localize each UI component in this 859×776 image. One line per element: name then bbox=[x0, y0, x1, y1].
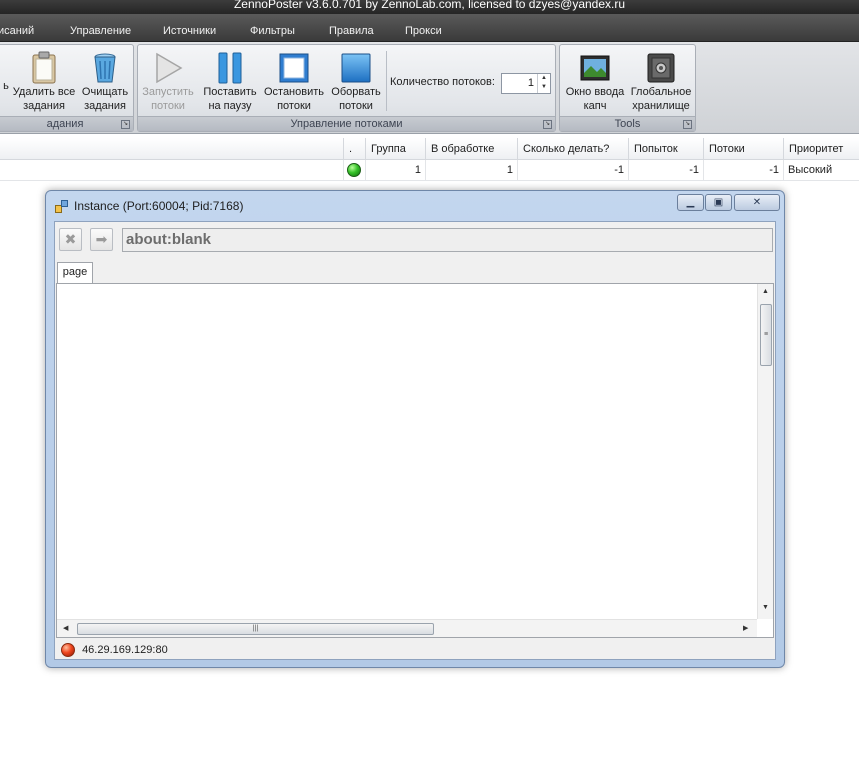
address-bar[interactable]: about:blank bbox=[122, 228, 773, 252]
safe-icon bbox=[647, 53, 675, 83]
close-window-button[interactable]: ✕ bbox=[734, 194, 780, 211]
ribbon-group-tasks: ь Удалить все задания Очищать задания ад… bbox=[0, 44, 134, 132]
maximize-button[interactable]: ▣ bbox=[705, 194, 732, 211]
thread-count-label: Количество потоков: bbox=[390, 76, 495, 88]
window-app-icon bbox=[55, 200, 68, 213]
scroll-up-icon[interactable]: ▲ bbox=[762, 288, 769, 295]
ribbon-group-tasks-label: адания bbox=[0, 116, 133, 131]
ribbon-group-tools: Окно ввода капч Глобальное хранилище Too… bbox=[559, 44, 696, 132]
horizontal-scroll-thumb[interactable]: ||| bbox=[77, 623, 434, 635]
app-title: ZennoPoster v3.6.0.701 by ZennoLab.com, … bbox=[233, 0, 626, 11]
pause-threads-button[interactable]: Поставить на паузу bbox=[198, 49, 262, 115]
column-header-priority[interactable]: Приоритет bbox=[783, 138, 859, 160]
group-launcher-icon[interactable]: ↘ bbox=[543, 120, 552, 129]
ribbon-group-threads: Запустить потоки Поставить на паузу Оста… bbox=[137, 44, 556, 132]
vertical-scrollbar[interactable]: ▲ ≡ ▼ bbox=[757, 284, 773, 619]
maximize-icon: ▣ bbox=[713, 197, 724, 208]
thread-count-value: 1 bbox=[527, 77, 534, 89]
menu-filtry[interactable]: Фильтры bbox=[250, 14, 295, 42]
delete-all-tasks-button[interactable]: Удалить все задания bbox=[11, 49, 77, 115]
minimize-button[interactable]: ▁ bbox=[677, 194, 704, 211]
stop-icon bbox=[341, 53, 371, 83]
play-icon bbox=[156, 52, 183, 84]
global-storage-button[interactable]: Глобальное хранилище bbox=[628, 49, 694, 115]
menu-istochniki[interactable]: Источники bbox=[163, 14, 216, 42]
ribbon: ь Удалить все задания Очищать задания ад… bbox=[0, 42, 859, 134]
column-header-group[interactable]: Группа bbox=[365, 138, 425, 160]
instance-window: Instance (Port:60004; Pid:7168) ▁ ▣ ✕ ✖ … bbox=[45, 190, 785, 668]
menu-proksi[interactable]: Прокси bbox=[405, 14, 442, 42]
tab-page[interactable]: page bbox=[57, 262, 93, 283]
abort-threads-button[interactable]: Оборвать потоки bbox=[327, 49, 385, 115]
menu-raspisaniy[interactable]: исаний bbox=[0, 14, 34, 42]
menu-upravlenie[interactable]: Управление bbox=[70, 14, 131, 42]
proxy-address: 46.29.169.129:80 bbox=[82, 644, 168, 656]
ribbon-separator bbox=[386, 51, 387, 111]
column-header-attempts[interactable]: Попыток bbox=[628, 138, 703, 160]
clear-tasks-button[interactable]: Очищать задания bbox=[77, 49, 133, 115]
cell-todo: -1 bbox=[517, 160, 628, 181]
horizontal-scrollbar[interactable]: ◀ ||| ▶ bbox=[57, 619, 757, 637]
cell-group: 1 bbox=[365, 160, 425, 181]
status-red-icon bbox=[61, 643, 75, 658]
column-header-processing[interactable]: В обработке bbox=[425, 138, 517, 160]
group-launcher-icon[interactable]: ↘ bbox=[121, 120, 130, 129]
vertical-scroll-thumb[interactable]: ≡ bbox=[760, 304, 772, 366]
status-bar: 46.29.169.129:80 bbox=[61, 640, 168, 660]
menu-pravila[interactable]: Правила bbox=[329, 14, 374, 42]
recycle-bin-icon bbox=[94, 53, 116, 83]
close-x-icon: ✖ bbox=[64, 231, 77, 247]
menu-bar: исаний Управление Источники Фильтры Прав… bbox=[0, 14, 859, 42]
app-title-bar: ZennoPoster v3.6.0.701 by ZennoLab.com, … bbox=[0, 0, 859, 14]
instance-client-area: ✖ ➡ about:blank page ▲ ≡ ▼ ◀ ||| ▶ 46.29 bbox=[54, 221, 776, 660]
picture-icon bbox=[580, 55, 610, 81]
arrow-right-icon: ➡ bbox=[95, 231, 108, 247]
instance-window-title: Instance (Port:60004; Pid:7168) bbox=[74, 199, 244, 213]
minimize-icon: ▁ bbox=[686, 197, 695, 208]
ribbon-group-tools-label: Tools bbox=[560, 116, 695, 131]
pause-icon bbox=[218, 52, 242, 84]
ribbon-group-threads-label: Управление потоками bbox=[138, 116, 555, 131]
stop-threads-button[interactable]: Остановить потоки bbox=[262, 49, 326, 115]
status-green-icon bbox=[347, 163, 361, 177]
cell-processing: 1 bbox=[425, 160, 517, 181]
cell-attempts: -1 bbox=[628, 160, 703, 181]
stop-navigation-button[interactable]: ✖ bbox=[59, 228, 82, 251]
spinner-arrows-icon[interactable]: ▲ ▼ bbox=[537, 74, 550, 93]
scroll-down-icon[interactable]: ▼ bbox=[762, 604, 769, 611]
close-icon: ✕ bbox=[752, 197, 762, 208]
go-button[interactable]: ➡ bbox=[90, 228, 113, 251]
table-row[interactable]: 1 1 -1 -1 -1 Высокий bbox=[0, 160, 859, 181]
cell-priority: Высокий bbox=[783, 160, 859, 181]
scroll-left-icon[interactable]: ◀ bbox=[63, 624, 68, 632]
column-header-todo[interactable]: Сколько делать? bbox=[517, 138, 628, 160]
clipboard-icon bbox=[32, 51, 56, 84]
thread-count-spinner[interactable]: 1 ▲ ▼ bbox=[501, 73, 551, 94]
tasks-grid-header: . Группа В обработке Сколько делать? Поп… bbox=[0, 138, 859, 160]
group-launcher-icon[interactable]: ↘ bbox=[683, 120, 692, 129]
cell-threads: -1 bbox=[703, 160, 783, 181]
stop-outline-icon bbox=[279, 53, 309, 83]
scroll-right-icon[interactable]: ▶ bbox=[743, 624, 748, 632]
start-threads-button[interactable]: Запустить потоки bbox=[140, 49, 196, 115]
address-text: about:blank bbox=[126, 231, 211, 248]
column-header-threads[interactable]: Потоки bbox=[703, 138, 783, 160]
captcha-window-button[interactable]: Окно ввода капч bbox=[562, 49, 628, 115]
column-header-status[interactable]: . bbox=[343, 138, 365, 160]
browser-page-area[interactable]: ▲ ≡ ▼ ◀ ||| ▶ bbox=[56, 283, 774, 638]
